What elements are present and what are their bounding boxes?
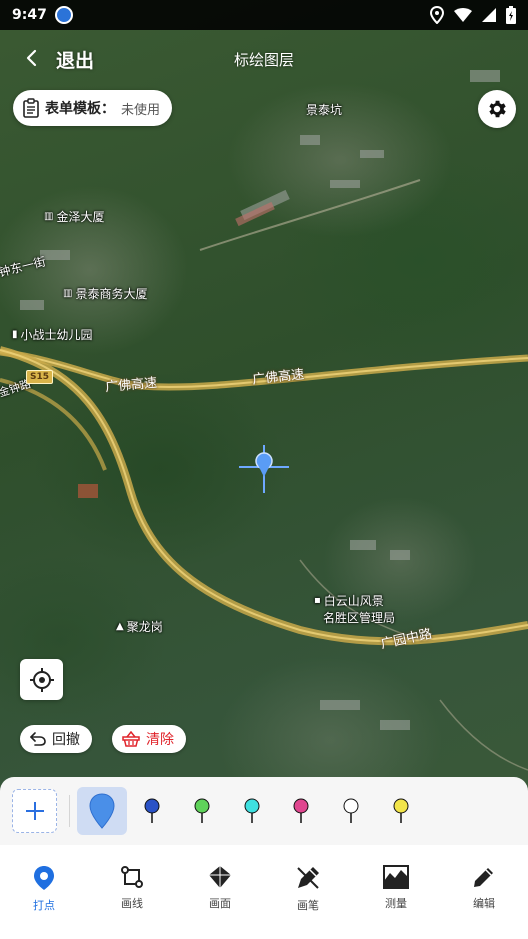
measure-icon (383, 865, 409, 889)
marker-palette (0, 777, 528, 845)
cell-signal-icon (482, 8, 496, 22)
location-pin-icon (34, 866, 54, 890)
undo-icon (30, 732, 46, 746)
top-bar: 退出 标绘图层 (0, 30, 528, 86)
marker-pin-icon (343, 798, 359, 823)
crosshair-icon (239, 445, 289, 493)
brush-icon (297, 867, 319, 889)
poi-baiyunshan-scenic: ▪ 白云山风景 (314, 594, 384, 608)
clear-basket-icon (122, 731, 140, 747)
palette-divider (69, 795, 70, 827)
marker-pin-icon (144, 798, 160, 823)
tool-label: 测量 (385, 897, 407, 910)
clear-button[interactable]: 清除 (112, 725, 186, 753)
tool-label: 画笔 (297, 899, 319, 912)
tool-measure[interactable]: 测量 (352, 845, 440, 939)
form-template-chip[interactable]: 表单模板： 未使用 (13, 90, 173, 126)
settings-button[interactable] (478, 90, 516, 128)
tool-brush[interactable]: 画笔 (264, 845, 352, 939)
location-status-icon (430, 6, 444, 24)
marker-option-dark-blue[interactable] (127, 787, 177, 835)
marker-pin-icon (393, 798, 409, 823)
status-time: 9:47 (12, 7, 47, 23)
gear-icon (489, 100, 506, 118)
marker-pin-icon (89, 793, 115, 829)
app-notification-icon (54, 6, 73, 24)
tool-point[interactable]: 打点 (0, 845, 88, 939)
add-marker-button[interactable] (12, 789, 57, 833)
form-template-value: 未使用 (121, 102, 161, 118)
battery-charging-icon (506, 6, 516, 24)
tool-label: 打点 (33, 899, 55, 912)
marker-option-green[interactable] (177, 787, 227, 835)
locate-target-icon (29, 667, 54, 692)
tool-polygon[interactable]: 画面 (176, 845, 264, 939)
poi-jingtaikeng: 景泰坑 (306, 103, 343, 117)
marker-option-blue-filled[interactable] (77, 787, 127, 835)
marker-pin-icon (293, 798, 309, 823)
clear-label: 清除 (146, 732, 174, 748)
tool-label: 画线 (121, 897, 143, 910)
marker-option-yellow[interactable] (376, 787, 426, 835)
bottom-toolbar: 打点 画线 画面 画笔 测量 编辑 (0, 845, 528, 939)
poi-scenic-admin-bureau: 名胜区管理局 (323, 611, 396, 625)
marker-pin-icon (244, 798, 260, 823)
plus-icon (25, 802, 44, 820)
tool-label: 画面 (209, 897, 231, 910)
wifi-icon (454, 8, 472, 22)
route-shield-s15: S15 (26, 370, 54, 384)
poi-jinze-building: ▥ 金泽大厦 (44, 210, 105, 224)
marker-pin-icon (194, 798, 210, 823)
status-bar: 9:47 (0, 0, 528, 30)
undo-button[interactable]: 回撤 (20, 725, 92, 753)
clipboard-icon (23, 98, 39, 118)
form-template-label: 表单模板： (45, 101, 115, 117)
polyline-icon (121, 866, 143, 888)
poi-jingtai-business-building: ▥ 景泰商务大厦 (63, 287, 148, 301)
locate-me-button[interactable] (20, 659, 63, 700)
poi-julonggang: ▲ 聚龙岗 (116, 620, 163, 634)
poi-kindergarten: ▮ 小战士幼儿园 (12, 328, 93, 342)
tool-edit[interactable]: 编辑 (440, 845, 528, 939)
marker-option-pink[interactable] (276, 787, 326, 835)
undo-label: 回撤 (52, 732, 80, 748)
polygon-icon (209, 866, 231, 888)
tool-line[interactable]: 画线 (88, 845, 176, 939)
pencil-icon (474, 868, 493, 887)
marker-option-cyan[interactable] (227, 787, 277, 835)
page-title: 标绘图层 (233, 51, 294, 69)
tool-label: 编辑 (473, 897, 495, 910)
marker-option-white[interactable] (326, 787, 376, 835)
